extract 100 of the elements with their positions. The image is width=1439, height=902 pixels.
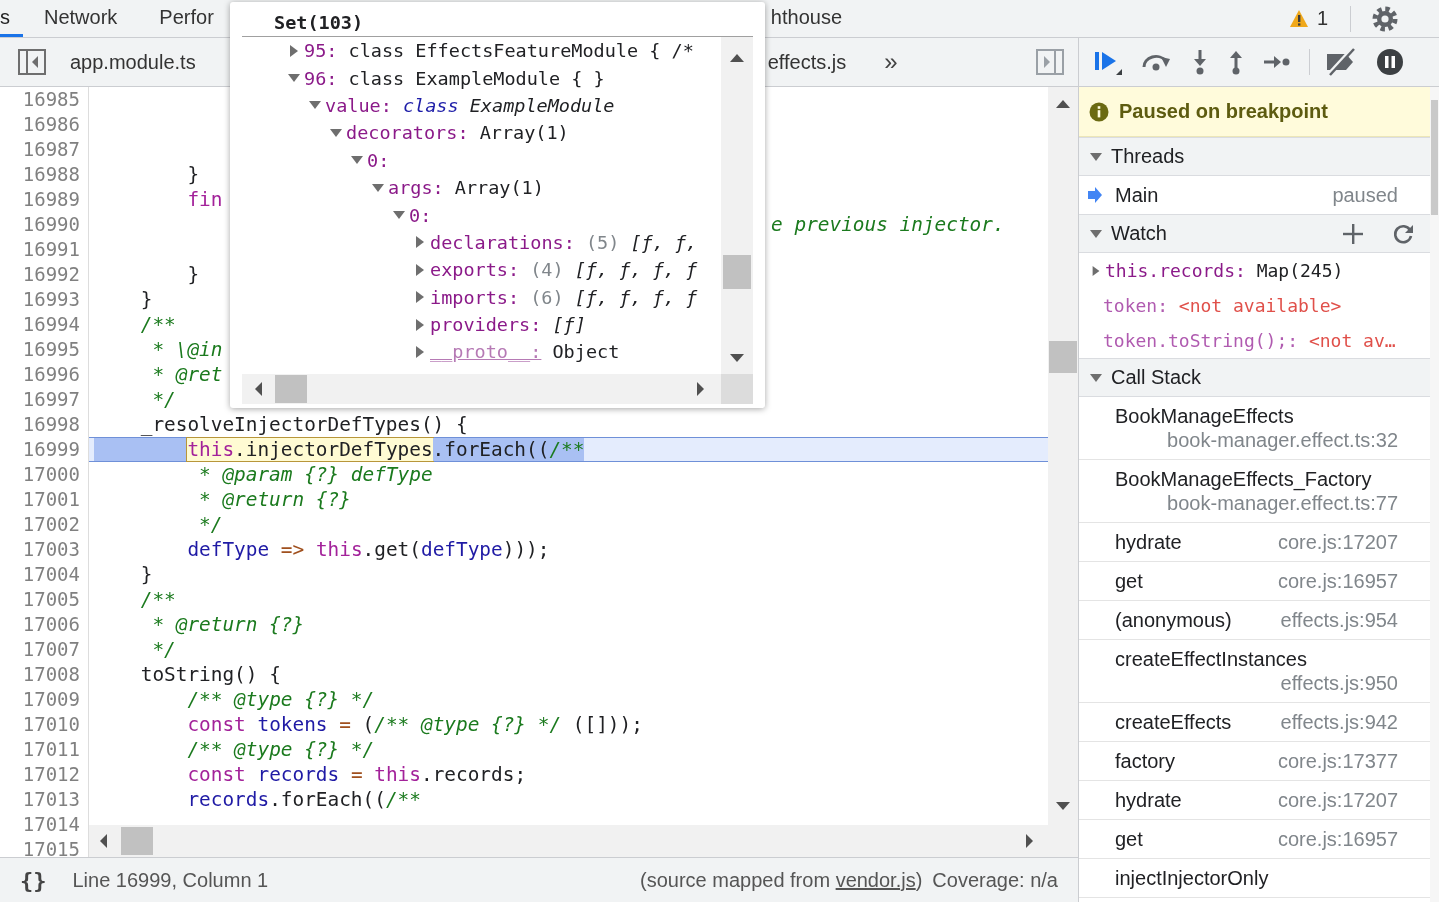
line-number: 16995 — [21, 337, 80, 362]
scrollbar-thumb[interactable] — [1049, 341, 1077, 373]
property-value: [ƒ, ƒ, ƒ, ƒ — [574, 259, 698, 281]
property-name: providers: — [430, 314, 542, 336]
property-name: __proto__: — [430, 341, 542, 363]
frame-name[interactable]: createEffects — [1115, 710, 1232, 734]
scrollbar-thumb[interactable] — [723, 255, 751, 289]
frame-name[interactable]: createEffectInstances — [1115, 647, 1307, 671]
frame-location[interactable]: core.js:17377 — [1265, 749, 1398, 773]
pretty-print-button[interactable]: {} — [16, 867, 51, 893]
class-keyword: class — [402, 94, 459, 116]
property-name: 95: — [304, 40, 338, 62]
cursor-position: Line 16999, Column 1 — [72, 868, 269, 892]
line-number: 17008 — [21, 662, 80, 687]
frame-location[interactable]: core.js:17207 — [1265, 530, 1398, 554]
property-value: [ƒ] — [552, 314, 586, 336]
frame-name[interactable]: factory — [1115, 749, 1176, 773]
watch-value: Map(245) — [1256, 260, 1344, 281]
warning-icon[interactable] — [1288, 9, 1309, 28]
property-value: ExampleModule — [469, 94, 615, 116]
code-line: * @param {?} defType — [199, 462, 433, 487]
scroll-right-icon[interactable] — [694, 381, 707, 397]
line-number: 16998 — [21, 412, 80, 437]
scroll-right-icon[interactable] — [1023, 833, 1036, 849]
frame-location[interactable]: core.js:16957 — [1265, 827, 1398, 851]
line-number: 17009 — [21, 687, 80, 712]
property-name: 96: — [304, 67, 338, 89]
line-number: 16991 — [21, 237, 80, 262]
popover-title: Set(103) — [242, 2, 753, 37]
frame-name[interactable]: hydrate — [1115, 530, 1182, 554]
coverage-info: Coverage: n/a — [932, 868, 1058, 892]
line-number: 17012 — [21, 762, 80, 787]
scrollbar-thumb[interactable] — [1431, 100, 1438, 215]
line-number: 17003 — [21, 537, 80, 562]
watch-expression[interactable]: token: — [1103, 295, 1169, 316]
line-number: 16999 — [21, 437, 80, 462]
property-value: Object — [552, 341, 620, 363]
property-name: 0: — [409, 204, 432, 226]
section-title: Watch — [1111, 222, 1167, 245]
step-over-icon[interactable] — [1141, 52, 1173, 72]
code-line: /** — [140, 312, 176, 337]
line-number: 16993 — [21, 287, 80, 312]
code-line: e previous injector. — [771, 212, 1005, 237]
property-name: value: — [325, 94, 392, 116]
source-link[interactable]: vendor.js — [835, 868, 916, 891]
frame-location[interactable]: effects.js:942 — [1268, 710, 1398, 734]
frame-name[interactable]: injectInjectorOnly — [1115, 866, 1269, 890]
frame-location[interactable]: core.js:16957 — [1265, 569, 1398, 593]
more-tabs-button[interactable]: » — [884, 48, 898, 76]
code-line: */ — [152, 637, 176, 662]
scrollbar-thumb[interactable] — [275, 375, 307, 403]
sidebar-toggle-icon[interactable] — [1036, 49, 1064, 75]
property-value: [ƒ, ƒ, — [630, 231, 698, 253]
settings-icon[interactable] — [1371, 4, 1399, 33]
code-line: const records = this.records; — [187, 762, 527, 787]
code-line: */ — [152, 387, 176, 412]
file-tab[interactable]: app.module.ts — [58, 38, 208, 86]
step-into-icon[interactable] — [1191, 49, 1209, 75]
scrollbar-thumb[interactable] — [121, 827, 153, 855]
frame-name[interactable]: BookManageEffects — [1115, 404, 1294, 428]
section-header[interactable]: Call Stack — [1079, 358, 1430, 397]
section-header[interactable]: Watch — [1079, 214, 1430, 253]
selected-text: .forEach((/** — [432, 438, 585, 461]
frame-location[interactable]: core.js:17207 — [1265, 788, 1398, 812]
line-number: 17007 — [21, 637, 80, 662]
frame-location[interactable]: effects.js:950 — [1268, 671, 1398, 695]
frame-location[interactable]: book-manager.effect.ts:77 — [1155, 491, 1398, 515]
frame-name[interactable]: get — [1115, 569, 1143, 593]
code-line: } — [140, 562, 153, 587]
property-value: [ƒ, ƒ, ƒ, ƒ — [574, 286, 698, 308]
thread-row[interactable]: Main paused — [1079, 176, 1430, 214]
code-line: * \@in — [152, 337, 223, 362]
line-number: 17010 — [21, 712, 80, 737]
frame-name[interactable]: BookManageEffects_Factory — [1115, 467, 1372, 491]
line-number: 16994 — [21, 312, 80, 337]
code-line: } — [187, 262, 200, 287]
frame-location[interactable]: book-manager.effect.ts:32 — [1155, 428, 1398, 452]
issue-count[interactable]: 1 — [1316, 7, 1328, 30]
sidebar-toggle-icon[interactable] — [18, 49, 46, 75]
frame-name[interactable]: get — [1115, 827, 1143, 851]
watch-expression[interactable]: token.toString();: — [1103, 330, 1299, 351]
collapsed-triangle-icon[interactable] — [1090, 264, 1102, 277]
step-out-icon[interactable] — [1227, 49, 1245, 75]
panel-tab[interactable]: Network — [23, 0, 139, 37]
line-number: 16992 — [21, 262, 80, 287]
frame-name[interactable]: hydrate — [1115, 788, 1182, 812]
refresh-icon[interactable] — [1392, 222, 1414, 245]
pause-icon[interactable] — [1376, 48, 1404, 76]
step-icon[interactable] — [1263, 54, 1291, 70]
plus-icon[interactable] — [1342, 222, 1364, 245]
watch-value: <not available> — [1178, 295, 1342, 316]
source-map-info: (source mapped from vendor.js) — [640, 868, 923, 892]
frame-location[interactable]: effects.js:954 — [1268, 608, 1398, 632]
frame-name[interactable]: (anonymous) — [1115, 608, 1232, 632]
line-number: 16988 — [21, 162, 80, 187]
section-header[interactable]: Threads — [1079, 137, 1430, 176]
watch-expression[interactable]: this.records: — [1105, 260, 1246, 281]
code-line: /** @type {?} */ — [187, 687, 375, 712]
deactivate-breakpoints-icon[interactable] — [1324, 48, 1358, 76]
code-line: _resolveInjectorDefTypes() { — [140, 412, 468, 437]
